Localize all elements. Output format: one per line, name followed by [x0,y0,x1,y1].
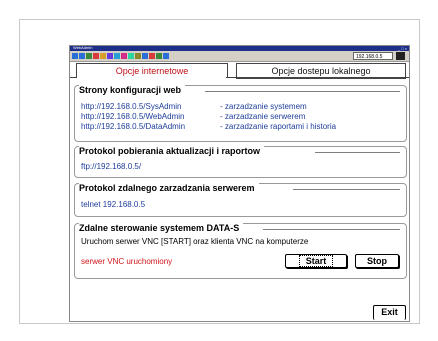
web-config-group: Strony konfiguracji web http://192.168.0… [74,85,407,142]
group-title: Protokol pobierania aktualizacji i rapor… [79,146,265,157]
history-icon[interactable] [121,53,127,59]
stop-button[interactable]: Stop [355,254,399,268]
address-field[interactable]: 192.168.0.5 [353,52,393,60]
webadmin-link[interactable]: http://192.168.0.5/WebAdmin [81,112,184,122]
back-icon[interactable] [72,53,78,59]
group-title-line [293,189,400,190]
telnet-address: telnet 192.168.0.5 [81,200,146,209]
group-title-line [315,152,400,153]
tab-divider [70,77,76,78]
home-icon[interactable] [86,53,92,59]
refresh-icon[interactable] [93,53,99,59]
group-title-line [263,229,400,230]
favorites-icon[interactable] [114,53,120,59]
remote-control-group: Zdalne sterowanie systemem DATA-S Urucho… [74,223,407,279]
group-title: Strony konfiguracji web [79,85,186,96]
print-icon[interactable] [135,53,141,59]
update-protocol-group: Protokol pobierania aktualizacji i rapor… [74,146,407,178]
webadmin-desc: - zarzadzanie serwerem [220,112,306,121]
search-icon[interactable] [107,53,113,59]
vnc-status: serwer VNC uruchomiony [81,257,173,266]
dataadmin-desc: - zarzadzanie raportami i historia [220,122,337,131]
forward-icon[interactable] [79,53,85,59]
toolbar-icons [72,53,169,59]
sysadmin-desc: - zarzadzanie systemem [220,102,307,111]
edit-icon[interactable] [142,53,148,59]
toolbar: 192.168.0.5 [70,51,409,62]
ftp-address: ftp://192.168.0.5/ [81,162,142,171]
exit-button[interactable]: Exit [373,305,406,320]
start-button-label: Start [298,255,334,267]
tab-divider [226,77,409,78]
start-button[interactable]: Start [285,254,347,268]
dataadmin-link[interactable]: http://192.168.0.5/DataAdmin [81,122,185,132]
group-title-line [205,91,400,92]
vnc-instruction: Uruchom serwer VNC [START] oraz klienta … [81,237,309,246]
go-icon[interactable] [396,52,405,60]
app-window: WebAdmin _ □ × 192.168.0.5 Opcje interne… [69,45,410,322]
group-title: Zdalne sterowanie systemem DATA-S [79,223,244,234]
group-title: Protokol zdalnego zarzadzania serwerem [79,183,259,194]
network-icon[interactable] [163,53,169,59]
sysadmin-link[interactable]: http://192.168.0.5/SysAdmin [81,102,182,112]
settings-icon[interactable] [149,53,155,59]
stop-icon[interactable] [100,53,106,59]
tab-internet-options[interactable]: Opcje internetowe [76,63,228,78]
mail-icon[interactable] [128,53,134,59]
lock-icon[interactable] [156,53,162,59]
remote-protocol-group: Protokol zdalnego zarzadzania serwerem t… [74,183,407,217]
